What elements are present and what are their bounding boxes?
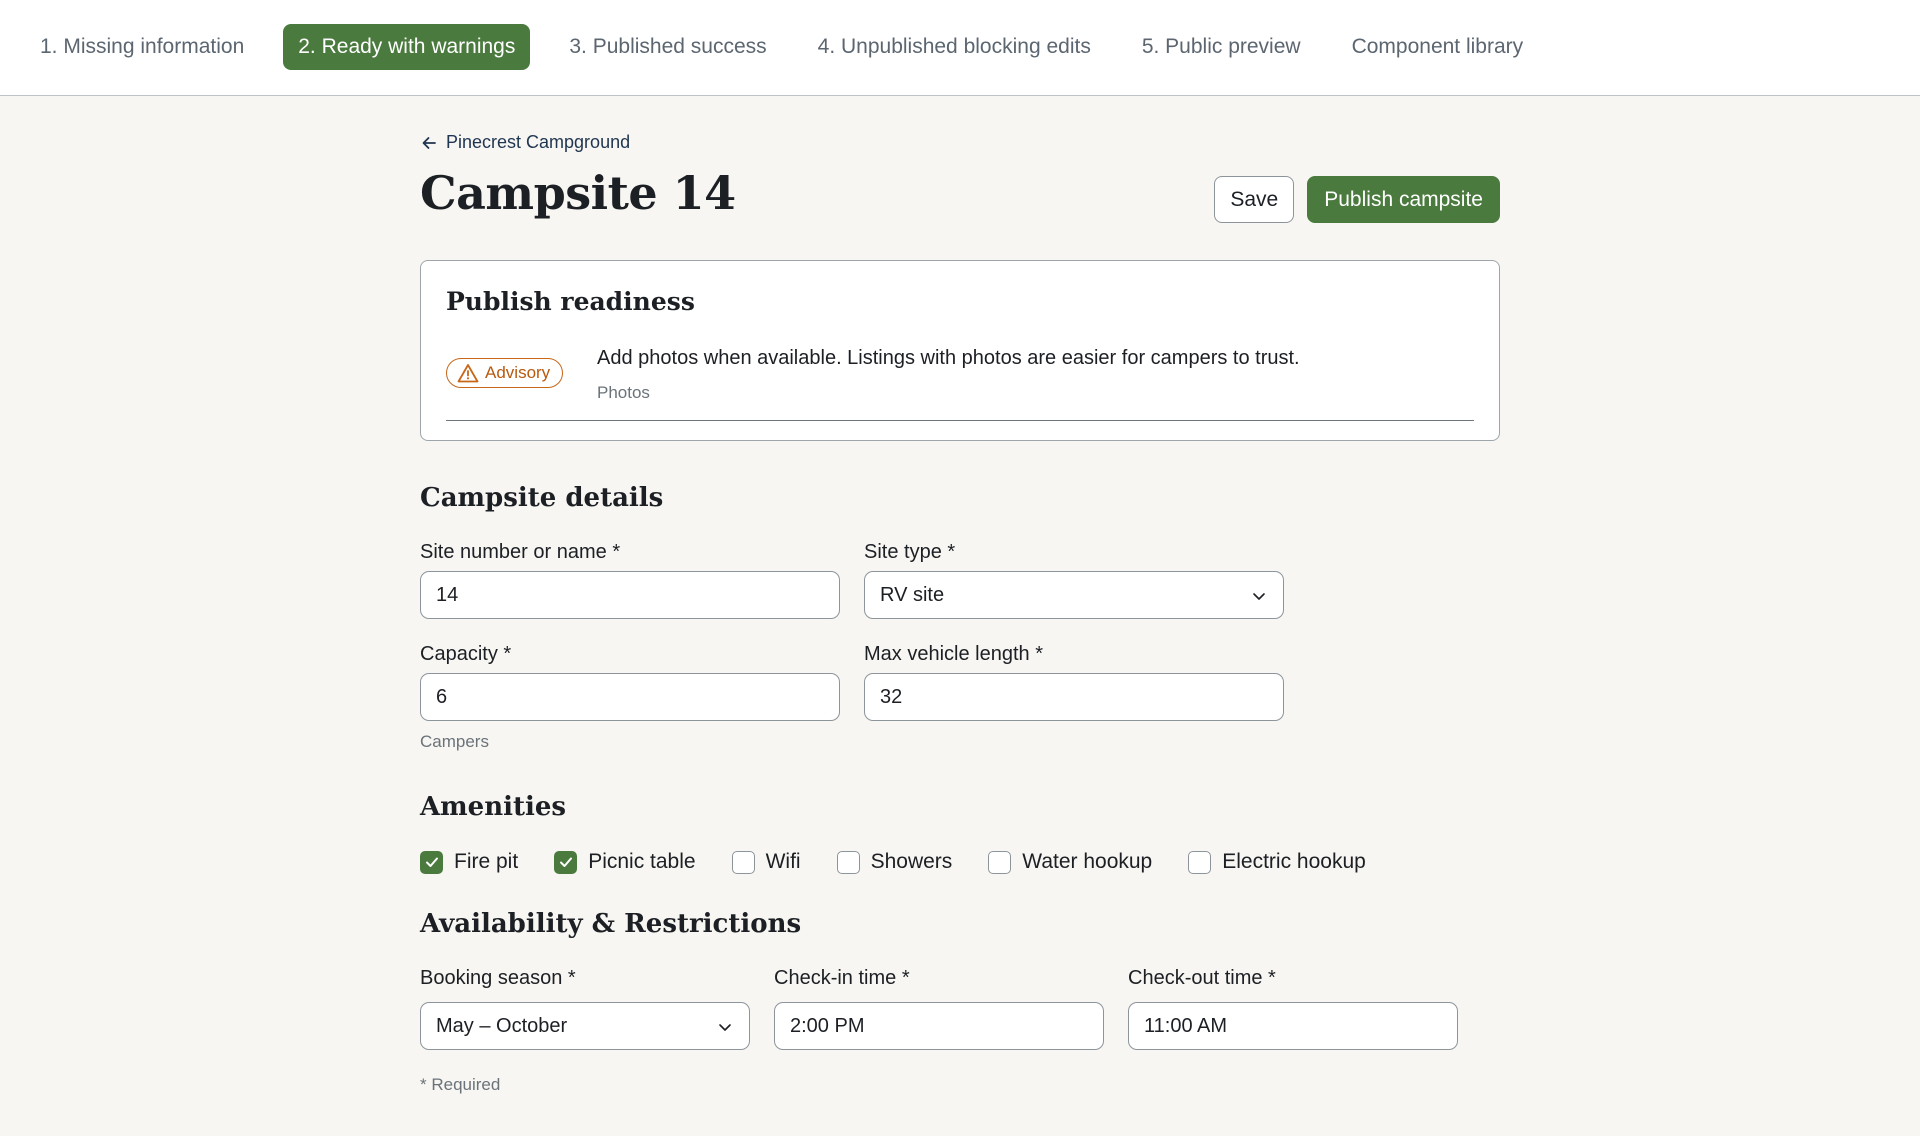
- amenities-heading: Amenities: [420, 792, 567, 822]
- check-out-label: Check-out time *: [1128, 967, 1276, 989]
- capacity-value: 6: [436, 685, 448, 708]
- checkbox[interactable]: [731, 850, 755, 874]
- amenity-fire-pit[interactable]: Fire pit: [420, 850, 518, 874]
- tab-published-success[interactable]: 3. Published success: [557, 24, 778, 70]
- amenity-wifi[interactable]: Wifi: [731, 850, 801, 874]
- tab-unpublished-blocking-edits[interactable]: 4. Unpublished blocking edits: [806, 24, 1103, 70]
- amenity-label: Picnic table: [588, 850, 696, 873]
- site-type-select[interactable]: RV site: [864, 571, 1284, 619]
- capacity-hint: Campers: [420, 732, 489, 751]
- max-vehicle-length-value: 32: [880, 685, 903, 708]
- publish-readiness-panel: Publish readiness Advisory Add photos wh…: [420, 260, 1500, 441]
- top-tab-bar: 1. Missing information 2. Ready with war…: [0, 0, 1920, 96]
- advisory-field-link[interactable]: Photos: [597, 383, 650, 403]
- checkbox[interactable]: [554, 850, 578, 874]
- amenity-label: Water hookup: [1022, 850, 1153, 873]
- header-actions: Save Publish campsite: [1214, 176, 1500, 223]
- tab-component-library[interactable]: Component library: [1340, 24, 1536, 70]
- advisory-badge: Advisory: [446, 358, 564, 388]
- amenity-label: Wifi: [765, 850, 801, 873]
- booking-season-select[interactable]: May – October: [420, 1002, 750, 1050]
- amenity-label: Electric hookup: [1222, 850, 1366, 873]
- site-name-input[interactable]: 14: [420, 571, 840, 619]
- check-in-label: Check-in time *: [774, 967, 910, 989]
- page-title: Campsite 14: [420, 166, 736, 220]
- amenity-label: Fire pit: [454, 850, 519, 873]
- checkbox[interactable]: [1188, 850, 1212, 874]
- save-button[interactable]: Save: [1214, 176, 1295, 223]
- capacity-input[interactable]: 6: [420, 673, 840, 721]
- check-in-value: 2:00 PM: [790, 1014, 865, 1037]
- site-type-value: RV site: [880, 583, 945, 606]
- arrow-left-icon: [422, 136, 436, 149]
- amenities-list: Fire pit Picnic table Wifi Showers Water…: [420, 850, 1402, 874]
- amenity-showers[interactable]: Showers: [836, 850, 953, 874]
- capacity-label: Capacity *: [420, 643, 512, 665]
- warning-triangle-icon: [457, 364, 479, 383]
- checkbox[interactable]: [988, 850, 1012, 874]
- breadcrumb[interactable]: Pinecrest Campground: [420, 132, 630, 153]
- check-out-value: 11:00 AM: [1144, 1014, 1228, 1037]
- booking-season-label: Booking season *: [420, 967, 576, 989]
- amenity-picnic-table[interactable]: Picnic table: [554, 850, 696, 874]
- checkbox[interactable]: [836, 850, 860, 874]
- breadcrumb-label: Pinecrest Campground: [446, 132, 631, 152]
- chevron-down-icon: [719, 1024, 731, 1031]
- check-out-input[interactable]: 11:00 AM: [1128, 1002, 1458, 1050]
- amenity-water-hookup[interactable]: Water hookup: [988, 850, 1152, 874]
- booking-season-value: May – October: [436, 1014, 568, 1037]
- tab-ready-with-warnings[interactable]: 2. Ready with warnings: [283, 24, 531, 70]
- check-in-input[interactable]: 2:00 PM: [774, 1002, 1104, 1050]
- scenario-tabs: 1. Missing information 2. Ready with war…: [28, 24, 1535, 70]
- chevron-down-icon: [1253, 593, 1265, 600]
- max-vehicle-length-label: Max vehicle length *: [864, 643, 1043, 665]
- checkbox[interactable]: [420, 850, 443, 874]
- publish-campsite-button[interactable]: Publish campsite: [1307, 176, 1500, 223]
- readiness-title: Publish readiness: [446, 287, 695, 316]
- tab-missing-information[interactable]: 1. Missing information: [28, 24, 256, 70]
- required-note: * Required: [420, 1075, 501, 1094]
- readiness-divider: [446, 420, 1474, 421]
- advisory-badge-label: Advisory: [485, 363, 551, 382]
- amenity-electric-hookup[interactable]: Electric hookup: [1188, 850, 1366, 874]
- site-name-label: Site number or name *: [420, 541, 621, 563]
- site-name-value: 14: [436, 583, 459, 606]
- availability-heading: Availability & Restrictions: [420, 909, 802, 939]
- checkmark-icon: [559, 857, 572, 867]
- advisory-message: Add photos when available. Listings with…: [597, 347, 1300, 369]
- checkmark-icon: [425, 857, 438, 867]
- campsite-details-heading: Campsite details: [420, 483, 664, 513]
- max-vehicle-length-input[interactable]: 32: [864, 673, 1284, 721]
- tab-public-preview[interactable]: 5. Public preview: [1130, 24, 1313, 70]
- site-type-label: Site type *: [864, 541, 956, 563]
- amenity-label: Showers: [870, 850, 953, 873]
